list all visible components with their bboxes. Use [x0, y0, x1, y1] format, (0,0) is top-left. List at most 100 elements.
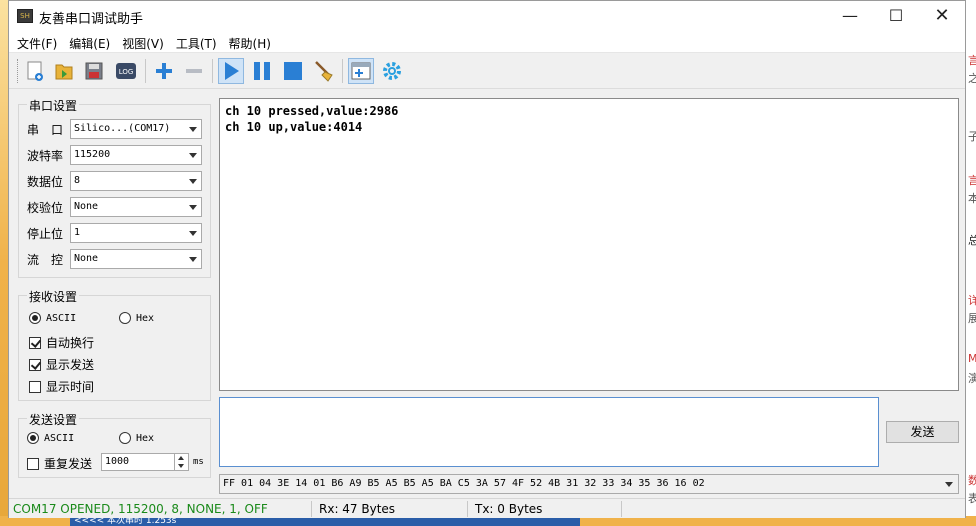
toolbar-grip	[17, 59, 20, 83]
send-hex-option[interactable]: Hex	[119, 432, 154, 444]
menu-help[interactable]: 帮助(H)	[225, 31, 279, 52]
send-button[interactable]: 发送	[886, 421, 959, 443]
chevron-down-icon	[189, 127, 197, 132]
baud-select[interactable]: 115200	[70, 145, 202, 165]
parity-value: None	[74, 201, 99, 212]
new-icon[interactable]	[22, 58, 48, 84]
show-time-checkbox[interactable]: 显示时间	[29, 378, 94, 395]
chevron-down-icon	[189, 205, 197, 210]
checkbox-checked-icon[interactable]	[29, 336, 41, 349]
radio-selected-icon[interactable]	[27, 432, 39, 444]
menu-tools[interactable]: 工具(T)	[172, 31, 225, 52]
toolbar-separator	[145, 59, 146, 83]
spin-button[interactable]	[174, 453, 188, 471]
serial-settings-group: 串口设置 串 口 Silico...(COM17) 波特率 115200 数据位…	[18, 97, 211, 278]
port-select[interactable]: Silico...(COM17)	[70, 119, 202, 139]
save-icon[interactable]	[81, 58, 107, 84]
add-icon[interactable]	[151, 58, 177, 84]
chevron-down-icon	[189, 153, 197, 158]
auto-newline-label: 自动换行	[46, 336, 95, 350]
status-bar: COM17 OPENED, 115200, 8, NONE, 1, OFF Rx…	[9, 498, 965, 518]
maximize-button[interactable]: ☐	[873, 1, 919, 31]
receive-settings-group: 接收设置 ASCII Hex 自动换行 显示发送 显示时间	[18, 288, 211, 401]
checkbox-icon[interactable]	[29, 380, 41, 393]
show-send-checkbox[interactable]: 显示发送	[29, 356, 94, 373]
bg-char: 展	[968, 312, 976, 325]
radio-icon[interactable]	[119, 432, 131, 444]
remove-icon[interactable]	[181, 58, 207, 84]
stopbits-value: 1	[74, 227, 81, 238]
send-textarea[interactable]	[219, 397, 879, 467]
databits-select[interactable]: 8	[70, 171, 202, 191]
stop-icon[interactable]	[280, 58, 306, 84]
bg-char: 之	[968, 72, 976, 85]
add-window-icon[interactable]	[348, 58, 374, 84]
log-icon[interactable]: LOG	[113, 58, 139, 84]
menu-view[interactable]: 视图(V)	[118, 31, 172, 52]
status-divider	[621, 501, 622, 517]
close-button[interactable]: ✕	[919, 1, 965, 31]
flow-row: 流 控	[27, 249, 71, 269]
open-icon[interactable]	[51, 58, 77, 84]
menu-edit[interactable]: 编辑(E)	[65, 31, 118, 52]
parity-select[interactable]: None	[70, 197, 202, 217]
log-icon-text: LOG	[119, 68, 134, 76]
port-row: 串 口	[27, 119, 71, 139]
send-ascii-label: ASCII	[44, 432, 75, 444]
toolbar: LOG	[9, 53, 965, 89]
repeat-interval-input[interactable]: 1000	[101, 453, 189, 471]
interval-value: 1000	[105, 456, 130, 467]
background-window-right: 言 之 子 言 本 总 详 展 M 演 数 表	[966, 0, 976, 526]
clear-icon[interactable]	[311, 58, 337, 84]
auto-newline-checkbox[interactable]: 自动换行	[29, 334, 94, 351]
pause-icon[interactable]	[249, 58, 275, 84]
show-send-label: 显示发送	[46, 358, 95, 372]
receive-ascii-option[interactable]: ASCII	[29, 312, 76, 324]
parity-label: 校验位	[27, 200, 64, 215]
toolbar-separator	[212, 59, 213, 83]
radio-selected-icon[interactable]	[29, 312, 41, 324]
run-icon[interactable]	[218, 58, 244, 84]
receive-line: ch 10 pressed,value:2986	[225, 104, 399, 118]
interval-unit: ms	[193, 457, 204, 467]
parity-row: 校验位	[27, 197, 71, 217]
databits-value: 8	[74, 175, 81, 186]
checkbox-checked-icon[interactable]	[29, 358, 41, 371]
tx-count: Tx: 0 Bytes	[475, 502, 543, 516]
rx-count: Rx: 47 Bytes	[319, 502, 396, 516]
baud-value: 115200	[74, 149, 111, 160]
menu-bar: 文件(F) 编辑(E) 视图(V) 工具(T) 帮助(H)	[9, 31, 965, 53]
baud-label: 波特率	[27, 148, 64, 163]
flow-value: None	[74, 253, 99, 264]
send-settings-title: 发送设置	[27, 411, 80, 428]
repeat-send-label: 重复发送	[44, 457, 93, 471]
radio-icon[interactable]	[119, 312, 131, 324]
app-icon: SH	[17, 9, 33, 23]
bg-char: 数	[968, 474, 976, 487]
minimize-button[interactable]: —	[827, 1, 873, 31]
chevron-down-icon	[945, 482, 953, 487]
bg-char: 详	[968, 294, 976, 307]
receive-textarea[interactable]: ch 10 pressed,value:2986 ch 10 up,value:…	[219, 98, 959, 391]
bg-char: 本	[968, 192, 976, 205]
receive-hex-option[interactable]: Hex	[119, 312, 154, 324]
app-window: SH 友善串口调试助手 — ☐ ✕ 文件(F) 编辑(E) 视图(V) 工具(T…	[8, 0, 966, 518]
send-ascii-option[interactable]: ASCII	[27, 432, 74, 444]
chevron-down-icon	[189, 179, 197, 184]
send-hex-label: Hex	[136, 432, 155, 444]
stopbits-select[interactable]: 1	[70, 223, 202, 243]
send-history-select[interactable]: FF 01 04 3E 14 01 B6 A9 B5 A5 B5 A5 BA C…	[219, 474, 959, 494]
flow-select[interactable]: None	[70, 249, 202, 269]
chevron-down-icon	[189, 231, 197, 236]
checkbox-icon[interactable]	[27, 457, 39, 470]
repeat-send-checkbox[interactable]: 重复发送	[27, 455, 92, 472]
bg-char: 演	[968, 372, 976, 385]
databits-label: 数据位	[27, 174, 64, 189]
bg-char: M	[968, 352, 976, 365]
settings-icon[interactable]	[379, 58, 405, 84]
send-settings-group: 发送设置 ASCII Hex 重复发送 1000 ms	[18, 411, 211, 478]
receive-ascii-label: ASCII	[46, 312, 77, 324]
menu-file[interactable]: 文件(F)	[13, 31, 65, 52]
title-bar[interactable]: SH 友善串口调试助手 — ☐ ✕	[9, 1, 965, 31]
show-time-label: 显示时间	[46, 380, 95, 394]
